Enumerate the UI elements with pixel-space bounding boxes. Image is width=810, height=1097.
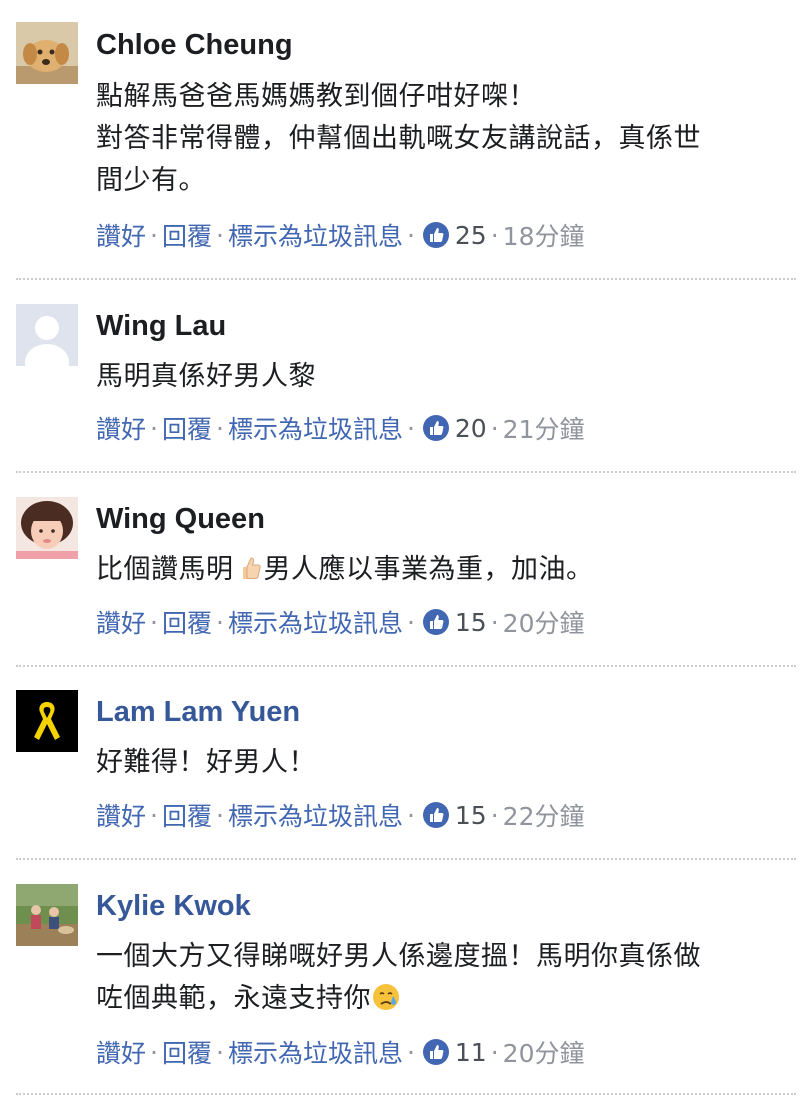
comment-text: 馬明真係好男人黎 xyxy=(96,356,786,398)
separator: · xyxy=(490,1037,499,1067)
like-button[interactable]: 讚好 xyxy=(96,797,146,833)
like-button[interactable]: 讚好 xyxy=(96,604,146,640)
reply-button[interactable]: 回覆 xyxy=(162,1034,212,1070)
comment-text-line: 間少有。 xyxy=(96,165,206,196)
avatar[interactable] xyxy=(16,690,78,752)
comment-author[interactable]: Kylie Kwok xyxy=(96,889,251,923)
reply-button[interactable]: 回覆 xyxy=(162,217,212,253)
comment-text: 一個大方又得睇嘅好男人係邊度搵！馬明你真係做 咗個典範，永遠支持你 xyxy=(96,936,786,1020)
comment-text-line: 馬明真係好男人黎 xyxy=(96,361,316,392)
separator: · xyxy=(150,800,158,830)
separator: · xyxy=(215,413,224,443)
mark-spam-button[interactable]: 標示為垃圾訊息 xyxy=(228,217,403,253)
like-count[interactable]: 25 xyxy=(455,221,487,250)
like-count-icon[interactable] xyxy=(422,415,449,441)
separator: · xyxy=(150,1037,158,1067)
divider xyxy=(16,665,796,667)
comment-author[interactable]: Wing Lau xyxy=(96,309,226,343)
mark-spam-button[interactable]: 標示為垃圾訊息 xyxy=(228,410,403,446)
separator: · xyxy=(490,413,499,443)
avatar[interactable] xyxy=(16,22,78,84)
like-button[interactable]: 讚好 xyxy=(96,217,146,253)
avatar[interactable] xyxy=(16,304,78,366)
thumbs-up-emoji xyxy=(234,553,264,583)
comment-timestamp[interactable]: 20分鐘 xyxy=(503,604,585,640)
profile-photo-woman-icon xyxy=(16,497,78,559)
default-avatar-icon xyxy=(16,304,78,366)
comment-text-segment: 咗個典範，永遠支持你 xyxy=(96,983,371,1014)
reply-button[interactable]: 回覆 xyxy=(162,410,212,446)
separator: · xyxy=(215,1037,224,1067)
like-button[interactable]: 讚好 xyxy=(96,410,146,446)
separator: · xyxy=(215,607,224,637)
like-count[interactable]: 15 xyxy=(455,801,487,830)
mark-spam-button[interactable]: 標示為垃圾訊息 xyxy=(228,797,403,833)
separator: · xyxy=(490,607,499,637)
comment-timestamp[interactable]: 22分鐘 xyxy=(503,797,585,833)
comment-text: 好難得！好男人！ xyxy=(96,742,786,784)
comment-actions: 讚好 · 回覆 · 標示為垃圾訊息 · 15 · 20分鐘 xyxy=(96,605,584,639)
yellow-ribbon-icon xyxy=(16,690,78,752)
comment-author[interactable]: Lam Lam Yuen xyxy=(96,695,300,729)
like-count-icon[interactable] xyxy=(422,222,449,248)
separator: · xyxy=(150,413,158,443)
outdoor-group-photo-icon xyxy=(16,884,78,946)
separator: · xyxy=(150,607,158,637)
separator: · xyxy=(406,607,415,637)
comment-actions: 讚好 · 回覆 · 標示為垃圾訊息 · 15 · 22分鐘 xyxy=(96,798,584,832)
mark-spam-button[interactable]: 標示為垃圾訊息 xyxy=(228,604,403,640)
crying-face-emoji xyxy=(371,982,401,1012)
comment-timestamp[interactable]: 20分鐘 xyxy=(503,1034,585,1070)
reply-button[interactable]: 回覆 xyxy=(162,797,212,833)
like-count-icon[interactable] xyxy=(422,1039,449,1065)
comment-actions: 讚好 · 回覆 · 標示為垃圾訊息 · 11 · 20分鐘 xyxy=(96,1035,584,1069)
separator: · xyxy=(150,220,158,250)
comment-text: 比個讚馬明 男人應以事業為重，加油。 xyxy=(96,549,786,591)
separator: · xyxy=(406,1037,415,1067)
like-button[interactable]: 讚好 xyxy=(96,1034,146,1070)
comment-text-segment: 男人應以事業為重，加油。 xyxy=(263,554,594,585)
comment-actions: 讚好 · 回覆 · 標示為垃圾訊息 · 20 · 21分鐘 xyxy=(96,411,584,445)
comment-author[interactable]: Chloe Cheung xyxy=(96,28,293,62)
separator: · xyxy=(406,800,415,830)
like-count[interactable]: 11 xyxy=(455,1038,487,1067)
comment-text-line: 對答非常得體，仲幫個出軌嘅女友講說話，真係世 xyxy=(96,123,701,154)
mark-spam-button[interactable]: 標示為垃圾訊息 xyxy=(228,1034,403,1070)
comment-timestamp[interactable]: 21分鐘 xyxy=(503,410,585,446)
comment-author[interactable]: Wing Queen xyxy=(96,502,265,536)
avatar[interactable] xyxy=(16,884,78,946)
divider xyxy=(16,858,796,860)
separator: · xyxy=(490,800,499,830)
comment-text-segment: 比個讚馬明 xyxy=(96,554,234,585)
like-count[interactable]: 20 xyxy=(455,414,487,443)
like-count-icon[interactable] xyxy=(422,609,449,635)
divider xyxy=(16,278,796,280)
avatar[interactable] xyxy=(16,497,78,559)
comment-text: 點解馬爸爸馬媽媽教到個仔咁好㗎！ 對答非常得體，仲幫個出軌嘅女友講說話，真係世 … xyxy=(96,76,786,202)
comment-text-line: 一個大方又得睇嘅好男人係邊度搵！馬明你真係做 xyxy=(96,941,701,972)
comment-text-line: 點解馬爸爸馬媽媽教到個仔咁好㗎！ xyxy=(96,81,536,112)
separator: · xyxy=(215,800,224,830)
like-count[interactable]: 15 xyxy=(455,608,487,637)
divider xyxy=(16,1093,796,1095)
separator: · xyxy=(490,220,499,250)
comment-actions: 讚好 · 回覆 · 標示為垃圾訊息 · 25 · 18分鐘 xyxy=(96,218,584,252)
comment-timestamp[interactable]: 18分鐘 xyxy=(503,217,585,253)
comment-text-line: 好難得！好男人！ xyxy=(96,747,316,778)
divider xyxy=(16,471,796,473)
reply-button[interactable]: 回覆 xyxy=(162,604,212,640)
separator: · xyxy=(406,413,415,443)
separator: · xyxy=(215,220,224,250)
dog-photo-icon xyxy=(16,22,78,84)
like-count-icon[interactable] xyxy=(422,802,449,828)
separator: · xyxy=(406,220,415,250)
